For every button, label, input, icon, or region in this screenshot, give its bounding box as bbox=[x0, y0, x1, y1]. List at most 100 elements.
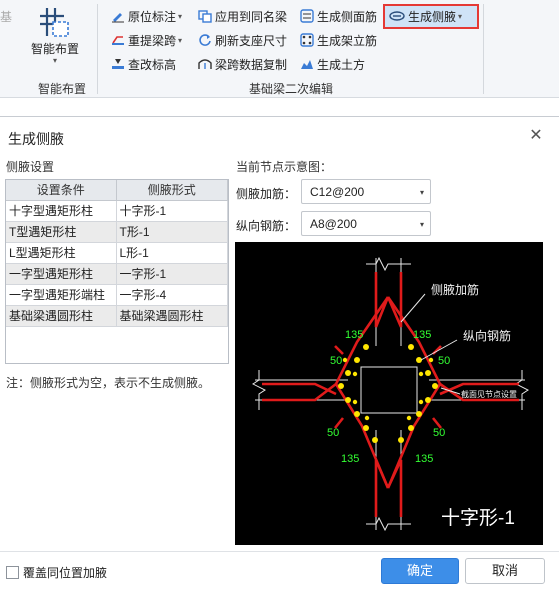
table-row[interactable]: 一字型遇矩形端柱 一字形-4 bbox=[6, 284, 228, 306]
long-rebar-value: A8@200 bbox=[310, 216, 357, 231]
gen-stand-rebar-button[interactable]: 生成架立筋 bbox=[300, 31, 377, 49]
smart-layout-button[interactable]: 智能布置 ▾ bbox=[28, 4, 82, 72]
gen-haunch-button-content[interactable]: 生成侧腋 ▾ bbox=[389, 7, 462, 25]
dim-label-50: 50 bbox=[330, 355, 342, 367]
condition-cell: 基础梁遇圆形柱 bbox=[6, 305, 117, 327]
long-rebar-label: 纵向钢筋： bbox=[236, 219, 297, 233]
haunch-form-cell[interactable]: 十字形-1 bbox=[116, 200, 228, 222]
table-header-row: 设置条件 侧腋形式 bbox=[6, 180, 228, 201]
section-callout: 截面见节点设置 bbox=[461, 389, 517, 399]
ribbon-divider bbox=[483, 4, 484, 94]
table-row[interactable]: T型遇矩形柱 T形-1 bbox=[6, 221, 228, 243]
copy-span-data-label: 梁跨数据复制 bbox=[215, 57, 288, 72]
copy-span-icon bbox=[198, 59, 212, 69]
check-elevation-button[interactable]: 查改标高 bbox=[111, 55, 176, 73]
condition-cell: 一字型遇矩形端柱 bbox=[6, 284, 117, 306]
long-rebar-callout: 纵向钢筋 bbox=[463, 328, 511, 343]
chevron-down-icon: ▾ bbox=[178, 35, 183, 45]
haunch-form-cell[interactable]: 一字形-1 bbox=[116, 263, 228, 285]
chevron-down-icon: ▾ bbox=[419, 188, 424, 197]
node-diagram: 侧腋加筋 纵向钢筋 截面见节点设置 135 135 135 135 50 50 … bbox=[235, 242, 543, 545]
side-rebar-icon bbox=[300, 9, 314, 23]
original-annotation-label: 原位标注 bbox=[128, 9, 177, 24]
chevron-down-icon: ▾ bbox=[52, 56, 57, 65]
haunch-form-cell[interactable]: 一字形-4 bbox=[116, 284, 228, 306]
check-elevation-label: 查改标高 bbox=[128, 57, 177, 72]
gen-stand-rebar-label: 生成架立筋 bbox=[317, 33, 378, 48]
haunch-rebar-select[interactable]: C12@200 ▾ bbox=[301, 179, 431, 204]
chevron-down-icon: ▾ bbox=[419, 220, 424, 229]
haunch-form-cell[interactable]: L形-1 bbox=[116, 242, 228, 264]
haunch-settings-label: 侧腋设置 bbox=[6, 160, 55, 174]
table-row[interactable]: 十字型遇矩形柱 十字形-1 bbox=[6, 200, 228, 222]
gen-earthwork-button[interactable]: 生成土方 bbox=[300, 55, 365, 73]
table-row[interactable]: 一字型遇矩形柱 一字形-1 bbox=[6, 263, 228, 285]
condition-cell: 十字型遇矩形柱 bbox=[6, 200, 117, 222]
haunch-icon bbox=[389, 11, 405, 21]
gen-side-rebar-label: 生成侧面筋 bbox=[317, 9, 378, 24]
reextract-span-button[interactable]: 重提梁跨 ▾ bbox=[111, 31, 182, 49]
group-title-beam-edit: 基础梁二次编辑 bbox=[249, 82, 334, 96]
condition-cell: L型遇矩形柱 bbox=[6, 242, 117, 264]
table-row[interactable]: 基础梁遇圆形柱 基础梁遇圆形柱 bbox=[6, 305, 228, 327]
dialog-title: 生成侧腋 bbox=[8, 131, 64, 147]
refresh-support-label: 刷新支座尺寸 bbox=[215, 33, 288, 48]
refresh-icon bbox=[199, 34, 211, 46]
original-annotation-button[interactable]: 原位标注 ▾ bbox=[111, 7, 182, 25]
apply-same-name-button[interactable]: 应用到同名梁 bbox=[198, 7, 287, 25]
generate-haunch-dialog: 生成侧腋 ✕ 侧腋设置 设置条件 侧腋形式 十字型遇矩形柱 十字形-1 T型遇矩… bbox=[0, 116, 559, 591]
cross-node-drawing: 侧腋加筋 纵向钢筋 截面见节点设置 135 135 135 135 50 50 … bbox=[252, 256, 529, 532]
haunch-settings-table: 设置条件 侧腋形式 十字型遇矩形柱 十字形-1 T型遇矩形柱 T形-1 L型遇矩… bbox=[5, 179, 229, 364]
haunch-form-cell[interactable]: T形-1 bbox=[116, 221, 228, 243]
dim-label-135: 135 bbox=[341, 453, 359, 465]
close-icon[interactable]: ✕ bbox=[525, 125, 547, 147]
ok-button[interactable]: 确定 bbox=[381, 558, 459, 584]
dim-label-50: 50 bbox=[327, 427, 339, 439]
footer-divider bbox=[0, 551, 559, 552]
overwrite-label: 覆盖同位置加腋 bbox=[23, 566, 108, 580]
condition-cell: 一字型遇矩形柱 bbox=[6, 263, 117, 285]
condition-cell: T型遇矩形柱 bbox=[6, 221, 117, 243]
haunch-form-cell[interactable]: 基础梁遇圆形柱 bbox=[116, 305, 228, 327]
gen-earthwork-label: 生成土方 bbox=[317, 57, 366, 72]
apply-icon bbox=[198, 10, 212, 23]
annotation-icon bbox=[112, 13, 124, 23]
grid-layout-icon bbox=[40, 8, 69, 37]
ribbon-cut-label: 基 bbox=[0, 10, 13, 24]
overwrite-checkbox[interactable]: 覆盖同位置加腋 bbox=[6, 564, 107, 581]
dim-label-50: 50 bbox=[438, 355, 450, 367]
chevron-down-icon: ▾ bbox=[178, 11, 183, 21]
earthwork-icon bbox=[301, 60, 313, 69]
beam-span-icon bbox=[112, 36, 124, 45]
node-name-label: 十字形-1 bbox=[441, 507, 515, 529]
column-header: 设置条件 bbox=[6, 180, 117, 201]
dim-label-135: 135 bbox=[345, 329, 363, 341]
haunch-rebar-label: 侧腋加筋： bbox=[236, 187, 297, 201]
stand-rebar-icon bbox=[300, 33, 314, 47]
gen-haunch-label: 生成侧腋 bbox=[408, 9, 457, 24]
callout-leaders bbox=[400, 293, 461, 395]
dim-label-50: 50 bbox=[433, 427, 445, 439]
dim-label-135: 135 bbox=[413, 329, 431, 341]
node-preview-label: 当前节点示意图： bbox=[236, 160, 333, 174]
empty-form-note: 注：侧腋形式为空，表示不生成侧腋。 bbox=[6, 376, 211, 390]
reextract-span-label: 重提梁跨 bbox=[128, 33, 177, 48]
cancel-button[interactable]: 取消 bbox=[465, 558, 545, 584]
ribbon-divider bbox=[97, 4, 98, 94]
gen-side-rebar-button[interactable]: 生成侧面筋 bbox=[300, 7, 377, 25]
table-row[interactable]: L型遇矩形柱 L形-1 bbox=[6, 242, 228, 264]
apply-same-name-label: 应用到同名梁 bbox=[215, 9, 288, 24]
elevation-icon bbox=[112, 59, 124, 69]
column-header: 侧腋形式 bbox=[116, 180, 228, 201]
long-rebar-select[interactable]: A8@200 ▾ bbox=[301, 211, 431, 236]
copy-span-data-button[interactable]: 梁跨数据复制 bbox=[198, 55, 287, 73]
checkbox-box[interactable] bbox=[6, 566, 19, 579]
haunch-rebar-callout: 侧腋加筋 bbox=[431, 282, 479, 297]
ribbon-toolbar: 基 智能布置 ▾ 智能布置 原位标注 ▾ 重提梁跨 ▾ 查改标高 应用到同名梁 … bbox=[0, 0, 559, 98]
dim-label-135: 135 bbox=[415, 453, 433, 465]
haunch-rebar-value: C12@200 bbox=[310, 184, 365, 199]
refresh-support-button[interactable]: 刷新支座尺寸 bbox=[198, 31, 287, 49]
group-title-smart-layout: 智能布置 bbox=[38, 82, 87, 96]
chevron-down-icon: ▾ bbox=[458, 11, 463, 21]
smart-layout-label: 智能布置 bbox=[30, 42, 79, 56]
